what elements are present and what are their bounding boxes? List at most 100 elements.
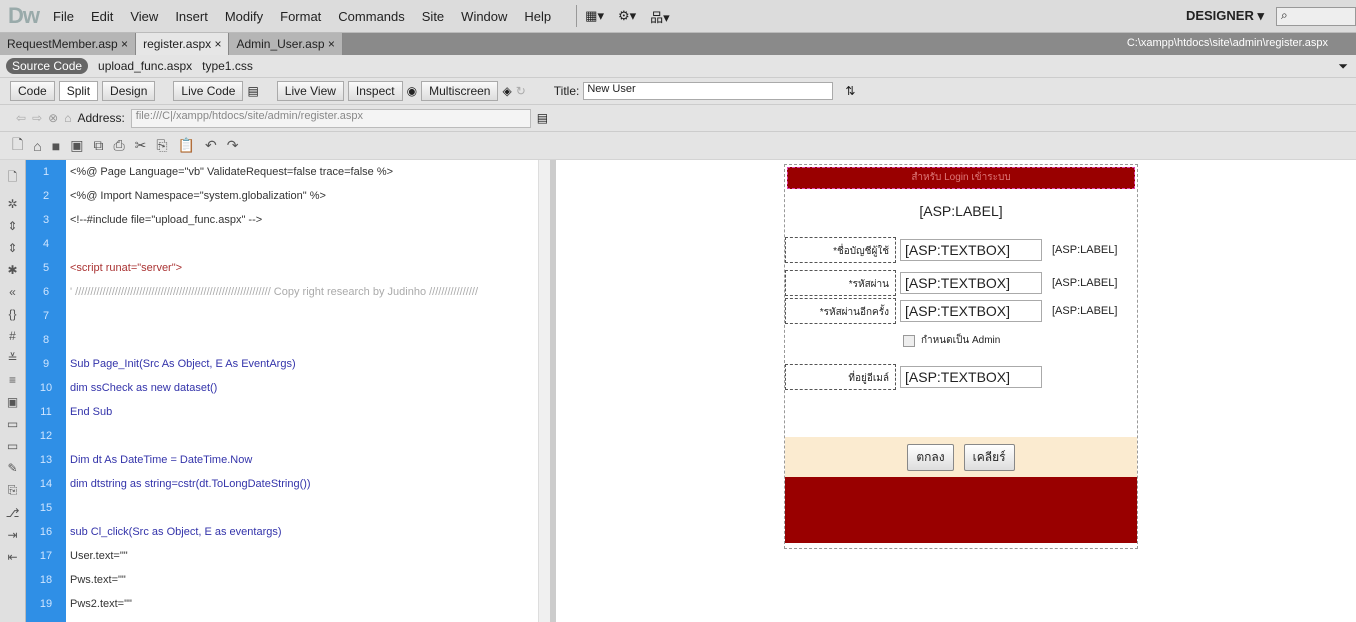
collapse-selection-icon[interactable]: ⇕: [7, 241, 17, 255]
code-line[interactable]: dim dtstring as string=cstr(dt.ToLongDat…: [66, 472, 538, 496]
ok-button[interactable]: ตกลง: [907, 443, 954, 471]
bridge-icon[interactable]: ■: [52, 138, 60, 154]
browser-options-icon[interactable]: ▤: [537, 111, 548, 125]
workspace-switcher[interactable]: DESIGNER ▾: [1186, 8, 1264, 24]
live-code-button[interactable]: Live Code: [173, 81, 244, 101]
syntax-errors-icon[interactable]: ▣: [7, 395, 18, 409]
live-view-button[interactable]: Live View: [276, 81, 344, 101]
recent-snippets-icon[interactable]: ⎘: [8, 483, 18, 498]
menu-edit[interactable]: Edit: [91, 9, 113, 24]
highlight-invalid-icon[interactable]: ≚: [7, 351, 17, 365]
collapse-tag-icon[interactable]: ⇕: [7, 219, 17, 233]
move-css-icon[interactable]: ⎇: [6, 506, 20, 520]
menu-insert[interactable]: Insert: [175, 9, 208, 24]
show-code-navigator-icon[interactable]: ✲: [7, 197, 17, 211]
search-input[interactable]: ⌕: [1276, 7, 1356, 26]
code-line[interactable]: sub Cl_click(Src as Object, E as eventar…: [66, 520, 538, 544]
select-parent-tag-icon[interactable]: «: [9, 285, 16, 299]
clear-button[interactable]: เคลียร์: [963, 443, 1015, 471]
save-all-icon[interactable]: ⧉: [93, 137, 103, 154]
code-line[interactable]: Dim dt As DateTime = DateTime.Now: [66, 448, 538, 472]
gear-icon[interactable]: ⚙▾: [618, 8, 636, 24]
copy-icon[interactable]: ⎘: [156, 137, 167, 154]
split-view-button[interactable]: Split: [58, 81, 99, 101]
undo-icon[interactable]: ↶: [205, 137, 217, 154]
outdent-icon[interactable]: ⇤: [7, 550, 17, 564]
title-input[interactable]: New User: [583, 82, 834, 100]
admin-checkbox[interactable]: [903, 334, 915, 347]
code-line[interactable]: [66, 232, 538, 256]
word-wrap-icon[interactable]: ≡: [9, 373, 16, 387]
open-icon[interactable]: ⌂: [33, 138, 41, 154]
code-editor[interactable]: <%@ Page Language="vb" ValidateRequest=f…: [66, 160, 538, 622]
code-line[interactable]: User.text="": [66, 544, 538, 568]
refresh-icon[interactable]: ↻: [516, 84, 526, 98]
design-view[interactable]: สำหรับ Login เข้าระบบ [ASP:LABEL] *ชื่อบ…: [556, 160, 1356, 622]
forward-icon[interactable]: ⇨: [32, 111, 42, 125]
menu-commands[interactable]: Commands: [338, 9, 404, 24]
globe-icon[interactable]: ◉: [407, 84, 417, 98]
code-line[interactable]: Pws.text="": [66, 568, 538, 592]
code-line[interactable]: [66, 328, 538, 352]
file-management-icon[interactable]: ⇅: [845, 84, 855, 98]
code-line[interactable]: Sub Page_Init(Src As Object, E As EventA…: [66, 352, 538, 376]
tab-admin-user[interactable]: Admin_User.asp ×: [229, 33, 343, 55]
menu-view[interactable]: View: [130, 9, 158, 24]
cut-icon[interactable]: ✂: [135, 137, 147, 154]
expand-all-icon[interactable]: ✱: [7, 263, 17, 277]
code-line[interactable]: [66, 496, 538, 520]
password-confirm-textbox[interactable]: [ASP:TEXTBOX]: [900, 300, 1042, 322]
visual-aids-icon[interactable]: ◈: [502, 84, 511, 98]
code-line[interactable]: ' //////////////////////////////////////…: [66, 280, 538, 304]
code-line[interactable]: dim ssCheck as new dataset(): [66, 376, 538, 400]
wrap-tag-icon[interactable]: ✎: [7, 461, 17, 475]
open-documents-icon[interactable]: 🗋: [8, 168, 18, 189]
code-line[interactable]: Pws2.text="": [66, 592, 538, 616]
apply-comment-icon[interactable]: ▭: [7, 417, 18, 431]
multiscreen-button[interactable]: Multiscreen: [421, 81, 499, 101]
remove-comment-icon[interactable]: ▭: [7, 439, 18, 453]
menu-site[interactable]: Site: [422, 9, 444, 24]
code-view-button[interactable]: Code: [10, 81, 55, 101]
password-textbox[interactable]: [ASP:TEXTBOX]: [900, 272, 1042, 294]
check-browser-icon[interactable]: ▤: [247, 84, 258, 98]
related-file[interactable]: type1.css: [202, 59, 253, 73]
filter-icon[interactable]: ⏷: [1338, 59, 1348, 74]
back-icon[interactable]: ⇦: [16, 111, 26, 125]
paste-icon[interactable]: 📋: [178, 137, 195, 154]
line-numbers-icon[interactable]: #: [9, 329, 16, 343]
menu-modify[interactable]: Modify: [225, 9, 263, 24]
username-textbox[interactable]: [ASP:TEXTBOX]: [900, 239, 1042, 261]
code-line[interactable]: <%@ Import Namespace="system.globalizati…: [66, 184, 538, 208]
code-line[interactable]: <%@ Page Language="vb" ValidateRequest=f…: [66, 160, 538, 184]
code-line[interactable]: [66, 424, 538, 448]
tab-register[interactable]: register.aspx ×: [136, 33, 230, 55]
menu-help[interactable]: Help: [524, 9, 551, 24]
save-icon[interactable]: ▣: [70, 137, 83, 154]
site-icon[interactable]: 品▾: [650, 7, 670, 26]
source-code-link[interactable]: Source Code: [6, 58, 89, 74]
related-file[interactable]: upload_func.aspx: [98, 59, 192, 73]
menu-format[interactable]: Format: [280, 9, 321, 24]
stop-icon[interactable]: ⊗: [48, 111, 58, 125]
design-view-button[interactable]: Design: [102, 81, 156, 101]
code-line[interactable]: End Sub: [66, 400, 538, 424]
redo-icon[interactable]: ↷: [227, 137, 239, 154]
new-icon[interactable]: 🗋: [12, 134, 23, 158]
code-line[interactable]: [66, 304, 538, 328]
menu-file[interactable]: File: [53, 9, 74, 24]
indent-icon[interactable]: ⇥: [7, 528, 17, 542]
code-scrollbar[interactable]: [538, 160, 550, 622]
address-input[interactable]: file:///C|/xampp/htdocs/site/admin/regis…: [130, 108, 531, 128]
balance-braces-icon[interactable]: {}: [8, 307, 16, 321]
admin-checkbox-row[interactable]: กำหนดเป็น Admin: [903, 333, 1000, 348]
print-icon[interactable]: ⎙: [113, 137, 124, 154]
tab-requestmember[interactable]: RequestMember.asp ×: [0, 33, 137, 55]
inspect-button[interactable]: Inspect: [347, 81, 403, 101]
menu-window[interactable]: Window: [461, 9, 507, 24]
email-textbox[interactable]: [ASP:TEXTBOX]: [900, 366, 1042, 388]
home-icon[interactable]: ⌂: [64, 111, 71, 125]
code-line[interactable]: <script runat="server">: [66, 256, 538, 280]
layout-icon[interactable]: ▦▾: [585, 8, 604, 24]
code-line[interactable]: <!--#include file="upload_func.aspx" -->: [66, 208, 538, 232]
